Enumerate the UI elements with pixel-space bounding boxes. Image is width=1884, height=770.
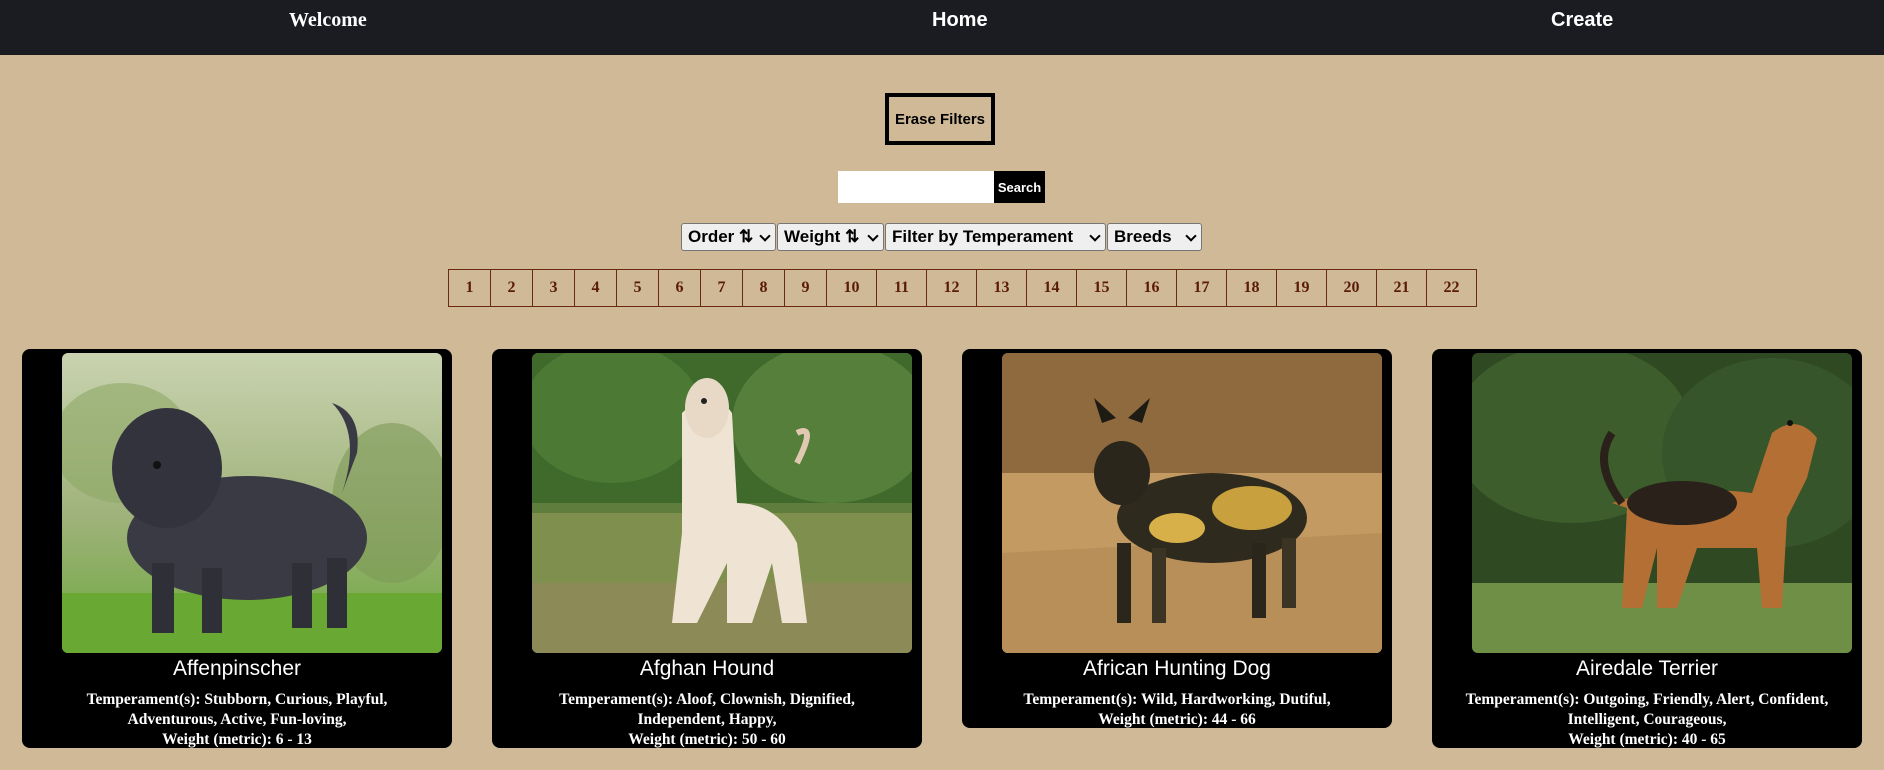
chevron-down-icon <box>867 230 879 242</box>
page-button-3[interactable]: 3 <box>532 269 575 307</box>
dog-card[interactable]: African Hunting Dog Temperament(s): Wild… <box>962 349 1392 728</box>
order-select[interactable]: Order ⇅ <box>681 223 776 251</box>
chevron-down-icon <box>759 230 771 242</box>
dog-photo-affenpinscher <box>62 353 442 653</box>
page-button-15[interactable]: 15 <box>1076 269 1127 307</box>
dog-card[interactable]: Affenpinscher Temperament(s): Stubborn, … <box>22 349 452 748</box>
dog-photo-affenpinscher-image <box>62 353 442 653</box>
temperament-select-label: Filter by Temperament <box>892 227 1074 246</box>
dog-card-temperament: Temperament(s): Wild, Hardworking, Dutif… <box>1023 691 1331 708</box>
dog-card-temperament-cont: Intelligent, Courageous, <box>1567 711 1727 728</box>
page-button-6[interactable]: 6 <box>658 269 701 307</box>
page-button-1[interactable]: 1 <box>448 269 491 307</box>
page-button-13[interactable]: 13 <box>976 269 1027 307</box>
dog-card-temperament: Temperament(s): Aloof, Clownish, Dignifi… <box>559 691 855 708</box>
search-input[interactable] <box>838 171 994 203</box>
dog-card-name: Affenpinscher <box>172 657 302 680</box>
order-select-label: Order ⇅ <box>688 227 754 246</box>
nav-link-welcome[interactable]: Welcome <box>289 9 367 32</box>
erase-filters-button[interactable]: Erase Filters <box>885 93 995 145</box>
page-button-2[interactable]: 2 <box>490 269 533 307</box>
page-button-4[interactable]: 4 <box>574 269 617 307</box>
dog-card-temperament-cont: Independent, Happy, <box>637 711 777 728</box>
nav-link-home[interactable]: Home <box>932 9 988 32</box>
dog-card-weight: Weight (metric): 44 - 66 <box>1098 711 1256 728</box>
chevron-down-icon <box>1089 230 1101 242</box>
page-button-12[interactable]: 12 <box>926 269 977 307</box>
dog-card-info: Temperament(s): Outgoing, Friendly, Aler… <box>1442 690 1852 748</box>
dog-card-name: African Hunting Dog <box>1083 657 1271 680</box>
breeds-select-label: Breeds <box>1114 227 1172 246</box>
page-button-20[interactable]: 20 <box>1326 269 1377 307</box>
dog-card-name: Afghan Hound <box>639 657 775 680</box>
dog-card-info: Temperament(s): Aloof, Clownish, Dignifi… <box>502 690 912 748</box>
dog-card-info: Temperament(s): Wild, Hardworking, Dutif… <box>972 690 1382 728</box>
dog-card-weight: Weight (metric): 50 - 60 <box>628 731 786 748</box>
dog-card-weight: Weight (metric): 40 - 65 <box>1568 731 1726 748</box>
weight-select-label: Weight ⇅ <box>784 227 860 246</box>
pagination: 1 2 3 4 5 6 7 8 9 10 11 12 13 14 15 16 17 18 19 20 21 22 <box>448 269 1477 307</box>
weight-select[interactable]: Weight ⇅ <box>777 223 884 251</box>
breeds-select[interactable]: Breeds <box>1107 223 1202 251</box>
navbar: Welcome Home Create <box>0 0 1884 55</box>
page-button-10[interactable]: 10 <box>826 269 877 307</box>
temperament-select[interactable]: Filter by Temperament <box>885 223 1106 251</box>
page-button-17[interactable]: 17 <box>1176 269 1227 307</box>
page-button-11[interactable]: 11 <box>876 269 927 307</box>
page-button-14[interactable]: 14 <box>1026 269 1077 307</box>
page-button-9[interactable]: 9 <box>784 269 827 307</box>
dog-card-weight: Weight (metric): 6 - 13 <box>162 731 312 748</box>
dog-photo-airedale-terrier-image <box>1472 353 1852 653</box>
page-button-18[interactable]: 18 <box>1226 269 1277 307</box>
page-button-21[interactable]: 21 <box>1376 269 1427 307</box>
page-button-7[interactable]: 7 <box>700 269 743 307</box>
nav-link-create[interactable]: Create <box>1551 9 1613 32</box>
page-button-8[interactable]: 8 <box>742 269 785 307</box>
dog-photo-afghan-hound-image <box>532 353 912 653</box>
page-button-16[interactable]: 16 <box>1126 269 1177 307</box>
page-button-5[interactable]: 5 <box>616 269 659 307</box>
chevron-down-icon <box>1185 230 1197 242</box>
dog-card-temperament: Temperament(s): Outgoing, Friendly, Aler… <box>1465 691 1829 708</box>
dog-card[interactable]: Afghan Hound Temperament(s): Aloof, Clow… <box>492 349 922 748</box>
dog-card-temperament: Temperament(s): Stubborn, Curious, Playf… <box>86 691 388 708</box>
dog-card-temperament-cont: Adventurous, Active, Fun-loving, <box>127 711 347 728</box>
dog-card-name: Airedale Terrier <box>1575 657 1718 680</box>
dog-photo-african-hunting-dog <box>1002 353 1382 653</box>
dog-card-info: Temperament(s): Stubborn, Curious, Playf… <box>32 690 442 748</box>
dog-photo-african-hunting-dog-image <box>1002 353 1382 653</box>
dog-photo-airedale-terrier <box>1472 353 1852 653</box>
dog-photo-afghan-hound <box>532 353 912 653</box>
dog-card[interactable]: Airedale Terrier Temperament(s): Outgoin… <box>1432 349 1862 748</box>
search-button[interactable]: Search <box>994 171 1045 203</box>
page-button-19[interactable]: 19 <box>1276 269 1327 307</box>
page-button-22[interactable]: 22 <box>1426 269 1477 307</box>
